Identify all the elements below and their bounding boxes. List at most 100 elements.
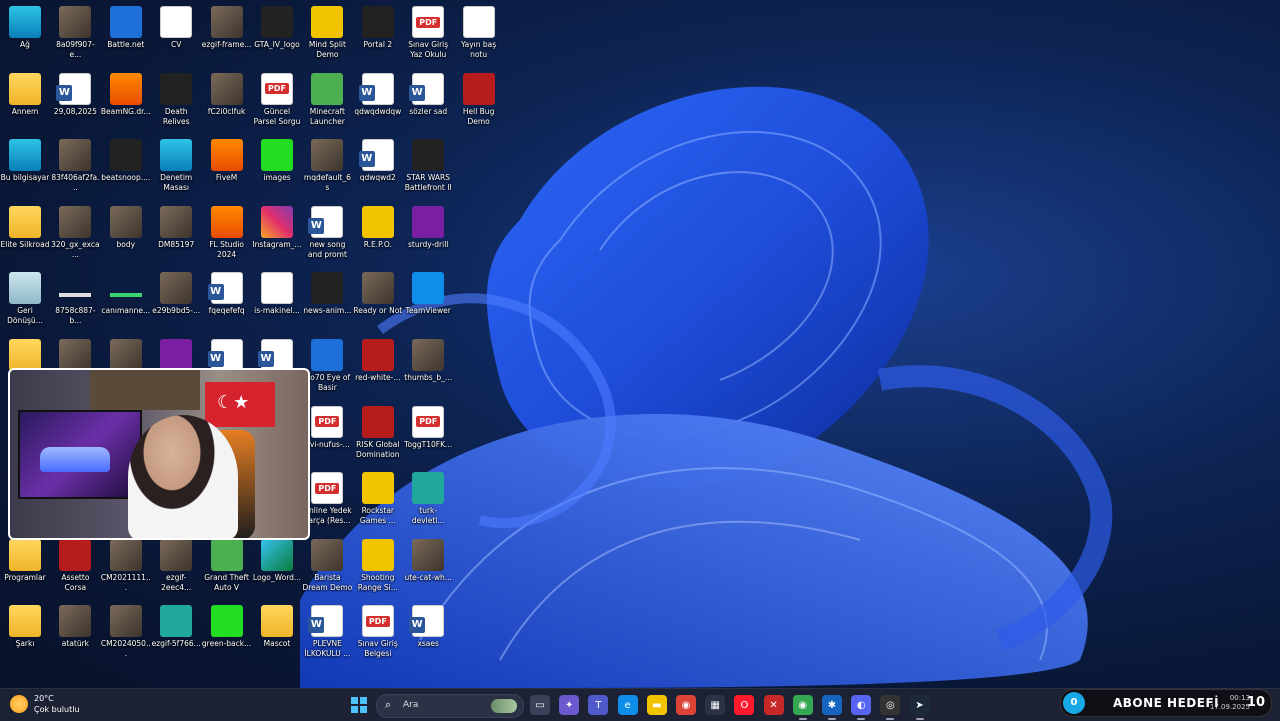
desktop-icon[interactable]: green-back... xyxy=(202,599,252,649)
desktop-icon[interactable]: red-white-... xyxy=(353,333,403,383)
desktop-icon[interactable]: Battle.net xyxy=(101,0,151,50)
desktop-icon[interactable]: PLEVNE İLKOKULU ... xyxy=(302,599,352,659)
desktop-icon[interactable]: news-anim... xyxy=(302,266,352,316)
desktop-icon[interactable]: Bu bilgisayar xyxy=(0,133,50,183)
desktop-icon[interactable]: sözler sad xyxy=(403,67,453,117)
desktop-icon[interactable]: Hell Bug Demo xyxy=(454,67,504,127)
desktop-icon[interactable]: Yayın baş notu xyxy=(454,0,504,60)
desktop-icon[interactable]: Ready or Not xyxy=(353,266,403,316)
desktop-icon[interactable]: turk-devletl... xyxy=(403,466,453,526)
desktop-icon[interactable]: STAR WARS Battlefront II xyxy=(403,133,453,193)
desktop-icon[interactable]: PDF Güncel Parsel Sorgu xyxy=(252,67,302,127)
desktop-icon[interactable]: Mind Split Demo xyxy=(302,0,352,60)
desktop-icon[interactable]: 8758c887-b... xyxy=(50,266,100,326)
desktop-icon[interactable]: PDF Sınav Giriş Yaz Okulu xyxy=(403,0,453,60)
app-gear-icon[interactable]: ✱ xyxy=(822,695,842,720)
desktop-icon[interactable]: CM2024050... xyxy=(101,599,151,659)
steam-icon[interactable]: ➤ xyxy=(909,695,930,720)
desktop-icon[interactable]: ezgif-5f766... xyxy=(151,599,201,649)
desktop-icon[interactable]: fqeqefefq xyxy=(202,266,252,316)
desktop-icon[interactable]: Assetto Corsa xyxy=(50,533,100,593)
desktop-icon[interactable]: Mascot xyxy=(252,599,302,649)
desktop-icon[interactable]: FL Studio 2024 xyxy=(202,200,252,260)
taskbar-clock[interactable]: 00:13 17.09.2025 xyxy=(1196,694,1250,712)
desktop-icon[interactable]: 29,08,2025 xyxy=(50,67,100,117)
desktop-icon[interactable]: images xyxy=(252,133,302,183)
desktop-icon[interactable]: Portal 2 xyxy=(353,0,403,50)
desktop-icon[interactable]: PDF ToggT10FK... xyxy=(403,400,453,450)
file-explorer-icon[interactable]: ▬ xyxy=(646,695,667,715)
desktop-icon[interactable]: is-makinel... xyxy=(252,266,302,316)
desktop-icon[interactable]: ute-cat-wh... xyxy=(403,533,453,583)
desktop-icon[interactable]: xsaes xyxy=(403,599,453,649)
desktop-icon-label: Barista Dream Demo xyxy=(302,572,353,592)
weather-widget[interactable]: 20°C Çok bulutlu xyxy=(10,693,80,715)
desktop-icon[interactable]: Annem xyxy=(0,67,50,117)
desktop-icon[interactable] xyxy=(0,333,50,373)
desktop-icon[interactable]: canımanne... xyxy=(101,266,151,316)
file-icon xyxy=(308,605,344,638)
desktop-icon[interactable]: atatürk xyxy=(50,599,100,649)
desktop-icon[interactable] xyxy=(101,333,151,373)
desktop-icon[interactable]: Elite Silkroad xyxy=(0,200,50,250)
desktop-icon[interactable]: Şarkı xyxy=(0,599,50,649)
desktop-icon[interactable]: GTA_IV_logo xyxy=(252,0,302,50)
edge-icon[interactable]: e xyxy=(617,695,638,715)
desktop-icon[interactable]: PDF Sınav Giriş Belgesi xyxy=(353,599,403,659)
desktop-icon[interactable]: mqdefault_6s xyxy=(302,133,352,193)
desktop-icon[interactable]: 320_gx_exca... xyxy=(50,200,100,260)
desktop-icon[interactable]: Shooting Range Si... xyxy=(353,533,403,593)
desktop-icon[interactable] xyxy=(202,333,252,373)
copilot-icon[interactable]: ✦ xyxy=(559,695,580,715)
desktop-icon[interactable] xyxy=(50,333,100,373)
task-view-icon[interactable]: ▭ xyxy=(530,695,550,715)
desktop-icon[interactable]: new song and promt xyxy=(302,200,352,260)
desktop-icon[interactable]: Rockstar Games ... xyxy=(353,466,403,526)
desktop-icon[interactable]: body xyxy=(101,200,151,250)
desktop-icon[interactable]: 8a09f907-e... xyxy=(50,0,100,60)
desktop-icon[interactable]: qdwqwd2 xyxy=(353,133,403,183)
desktop-icon[interactable]: RISK Global Domination xyxy=(353,400,403,460)
desktop-icon[interactable]: qdwqdwdqw xyxy=(353,67,403,117)
start-button[interactable] xyxy=(351,697,367,713)
desktop-icon[interactable]: BeamNG.dr... xyxy=(101,67,151,117)
desktop-icon[interactable]: thumbs_b_... xyxy=(403,333,453,383)
taskbar-search[interactable]: ⌕ Ara xyxy=(376,694,524,718)
desktop-icon[interactable]: sturdy-drill xyxy=(403,200,453,250)
teams-icon[interactable]: T xyxy=(588,695,609,715)
file-icon xyxy=(261,272,293,305)
desktop-icon[interactable]: ezgif-frame... xyxy=(202,0,252,50)
desktop-icon[interactable]: ezgif-2eec4... xyxy=(151,533,201,593)
desktop-icon[interactable]: Death Relives xyxy=(151,67,201,127)
desktop-icon[interactable]: Grand Theft Auto V xyxy=(202,533,252,593)
desktop-icon[interactable]: Minecraft Launcher xyxy=(302,67,352,127)
desktop-icon[interactable]: CV xyxy=(151,0,201,50)
desktop-icon[interactable]: Barista Dream Demo xyxy=(302,533,352,593)
opera-icon[interactable]: O xyxy=(734,695,755,715)
desktop-icon[interactable]: Denetim Masası xyxy=(151,133,201,193)
app-red-icon[interactable]: ✕ xyxy=(763,695,784,715)
file-icon xyxy=(160,538,193,571)
desktop-icon[interactable]: Programlar xyxy=(0,533,50,583)
store-icon[interactable]: ▦ xyxy=(705,695,726,715)
file-icon xyxy=(462,72,495,105)
desktop-icon[interactable]: Logo_Word... xyxy=(252,533,302,583)
desktop-icon[interactable]: CM2021111... xyxy=(101,533,151,593)
desktop-icon[interactable]: e29b9bd5-... xyxy=(151,266,201,316)
desktop-icon[interactable] xyxy=(252,333,302,373)
desktop-icon[interactable]: Geri Dönüşü... xyxy=(0,266,50,326)
chrome-icon[interactable]: ◉ xyxy=(676,695,696,715)
desktop-icon[interactable]: Ağ xyxy=(0,0,50,50)
desktop-icon[interactable]: FiveM xyxy=(202,133,252,183)
desktop-icon[interactable]: 83f406af2fa... xyxy=(50,133,100,193)
desktop-icon[interactable]: Instagram_... xyxy=(252,200,302,250)
desktop-icon[interactable]: fC2i0clfuk xyxy=(202,67,252,117)
desktop-icon[interactable] xyxy=(151,333,201,373)
desktop-icon[interactable]: beatsnoop.... xyxy=(101,133,151,183)
obs-icon[interactable]: ◎ xyxy=(880,695,901,720)
discord-icon[interactable]: ◐ xyxy=(851,695,872,720)
chrome-alt-icon[interactable]: ◉ xyxy=(792,695,813,720)
desktop-icon[interactable]: DM85197 xyxy=(151,200,201,250)
desktop-icon[interactable]: R.E.P.O. xyxy=(353,200,403,250)
desktop-icon[interactable]: TeamViewer xyxy=(403,266,453,316)
